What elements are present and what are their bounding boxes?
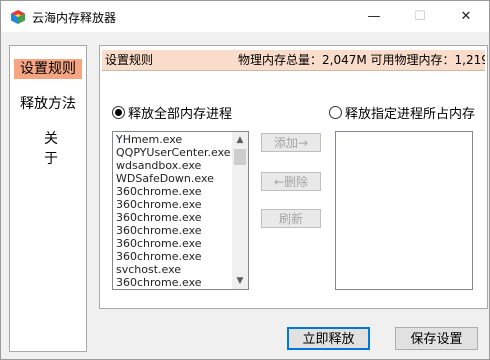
list-item[interactable]: 360chrome.exe [116,224,202,237]
sidebar-item-label: 关于 [44,131,88,167]
sidebar-item-about[interactable]: 关于 [14,129,82,167]
scroll-thumb[interactable] [234,149,246,165]
close-button[interactable]: ✕ [443,1,489,32]
list-item[interactable]: WDSafeDown.exe [116,172,214,185]
process-list-scrollbar[interactable]: ▲ ▼ [232,132,248,289]
list-item[interactable]: 360chrome.exe [116,250,202,263]
scroll-up-icon[interactable]: ▲ [232,132,248,148]
save-settings-button[interactable]: 保存设置 [395,327,478,350]
radio-checked-icon [112,106,125,119]
process-listbox[interactable]: YHmem.exe QQPYUserCenter.exe wdsandbox.e… [112,131,249,290]
refresh-button[interactable]: 刷新 [261,209,321,228]
list-item[interactable]: YHmem.exe [116,133,182,146]
panel-title: 设置规则 [105,53,154,67]
close-icon: ✕ [460,9,472,24]
minimize-icon: — [367,9,381,24]
window-title: 云海内存释放器 [32,11,117,25]
remove-button[interactable]: ←删除 [261,172,321,191]
release-now-button[interactable]: 立即释放 [287,327,370,350]
add-button[interactable]: 添加→ [261,133,321,152]
sidebar-item-label: 释放方法 [20,96,76,112]
list-item[interactable]: 360chrome.exe [116,276,202,289]
minimize-button[interactable]: — [351,1,397,32]
list-item[interactable]: wdsandbox.exe [116,159,201,172]
release-selected-label: 释放指定进程所占内存 [345,107,476,122]
sidebar-item-release-method[interactable]: 释放方法 [14,94,82,114]
list-item[interactable]: svchost.exe [116,263,181,276]
sidebar-item-label: 设置规则 [20,61,76,77]
title-bar: 云海内存释放器 — ☐ ✕ [1,1,489,32]
cube-icon [11,10,25,24]
release-selected-radio[interactable]: 释放指定进程所占内存 [329,103,475,122]
sidebar: 设置规则 释放方法 关于 [9,45,87,352]
app-window: 云海内存释放器 — ☐ ✕ 设置规则 释放方法 关于 设置规则 物理内存总量：2… [0,0,490,360]
scroll-down-icon[interactable]: ▼ [232,273,248,289]
selected-process-listbox[interactable] [335,131,473,290]
list-item[interactable]: 360chrome.exe [116,211,202,224]
release-all-label: 释放全部内存进程 [128,107,233,122]
panel-header: 设置规则 物理内存总量：2,047M 可用物理内存：1,219M [102,50,485,71]
list-item[interactable]: 360chrome.exe [116,198,202,211]
maximize-button: ☐ [397,1,443,32]
list-item[interactable]: 360chrome.exe [116,185,202,198]
radio-unchecked-icon [329,106,342,119]
maximize-icon: ☐ [414,9,426,24]
list-item[interactable]: 360chrome.exe [116,237,202,250]
memory-info: 物理内存总量：2,047M 可用物理内存：1,219M [238,53,485,67]
release-all-radio[interactable]: 释放全部内存进程 [112,103,232,122]
sidebar-item-settings-rules[interactable]: 设置规则 [14,59,82,79]
list-item[interactable]: QQPYUserCenter.exe [116,146,231,159]
